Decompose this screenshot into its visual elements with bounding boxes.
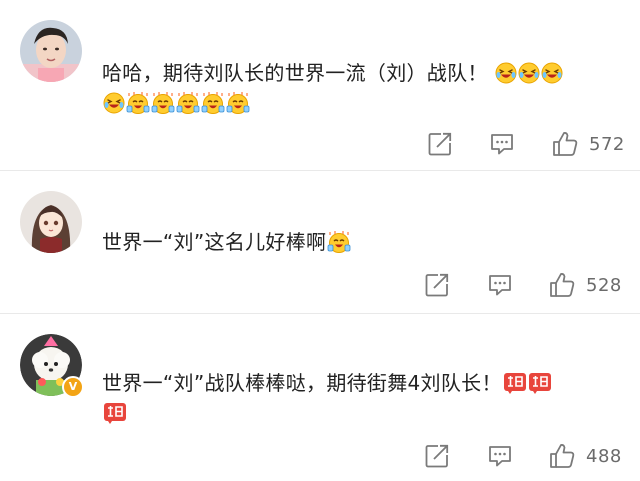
comment-item: 哈哈，期待刘队长的世界一流（刘）战队！ 572 — [0, 0, 640, 170]
comment-text: 世界一“刘”战队棒棒哒，期待街舞4刘队长！ — [102, 368, 624, 398]
avatar[interactable] — [20, 20, 82, 82]
comment-item: V 世界一“刘”战队棒棒哒，期待街舞4刘队长！ 488 — [0, 314, 640, 481]
share-icon — [424, 443, 450, 469]
share-button[interactable] — [427, 124, 453, 164]
clapping-emoji-icon — [201, 92, 225, 114]
like-count: 488 — [586, 445, 622, 467]
share-icon — [427, 131, 453, 157]
comment-actions: 488 — [0, 436, 640, 476]
like-count: 528 — [586, 274, 622, 296]
comment-text: 哈哈，期待刘队长的世界一流（刘）战队！ — [102, 58, 624, 88]
jiayou-badge-icon — [103, 402, 127, 424]
comment-body: 世界一“刘”这名儿好棒啊 — [102, 230, 327, 254]
share-button[interactable] — [424, 436, 450, 476]
like-count: 572 — [589, 133, 625, 155]
thumbs-up-icon — [548, 271, 576, 299]
comment-icon — [487, 272, 513, 298]
clapping-emoji-icon — [176, 92, 200, 114]
comment-icon — [487, 443, 513, 469]
comment-icon — [489, 131, 515, 157]
laughing-emoji-icon — [518, 62, 540, 84]
avatar[interactable]: V — [20, 334, 84, 398]
comment-body: 哈哈，期待刘队长的世界一流（刘）战队！ — [102, 61, 488, 85]
clapping-emoji-icon — [126, 92, 150, 114]
laughing-emoji-icon — [495, 62, 517, 84]
avatar-illustrated-girl — [20, 191, 82, 253]
thumbs-up-icon — [551, 130, 579, 158]
comment-body: 世界一“刘”战队棒棒哒，期待街舞4刘队长！ — [102, 371, 502, 395]
comment-item: 世界一“刘”这名儿好棒啊 528 — [0, 171, 640, 313]
reply-button[interactable] — [489, 124, 515, 164]
jiayou-badge-icon — [503, 372, 527, 394]
share-icon — [424, 272, 450, 298]
clapping-emoji-icon — [151, 92, 175, 114]
clapping-emoji-icon — [327, 231, 351, 253]
jiayou-badge-icon — [528, 372, 552, 394]
like-button[interactable]: 488 — [548, 436, 622, 476]
thumbs-up-icon — [548, 442, 576, 470]
laughing-emoji-icon — [103, 92, 125, 114]
avatar[interactable] — [20, 191, 82, 253]
comment-emoji-row — [102, 88, 624, 118]
share-button[interactable] — [424, 265, 450, 305]
comment-emoji-row — [102, 398, 624, 428]
reply-button[interactable] — [487, 265, 513, 305]
verified-badge-icon: V — [62, 376, 84, 398]
laughing-emoji-icon — [541, 62, 563, 84]
clapping-emoji-icon — [226, 92, 250, 114]
comment-actions: 572 — [0, 124, 640, 164]
comment-actions: 528 — [0, 265, 640, 305]
comment-text: 世界一“刘”这名儿好棒啊 — [102, 227, 624, 257]
like-button[interactable]: 572 — [551, 124, 625, 164]
avatar-young-man — [20, 20, 82, 82]
reply-button[interactable] — [487, 436, 513, 476]
like-button[interactable]: 528 — [548, 265, 622, 305]
